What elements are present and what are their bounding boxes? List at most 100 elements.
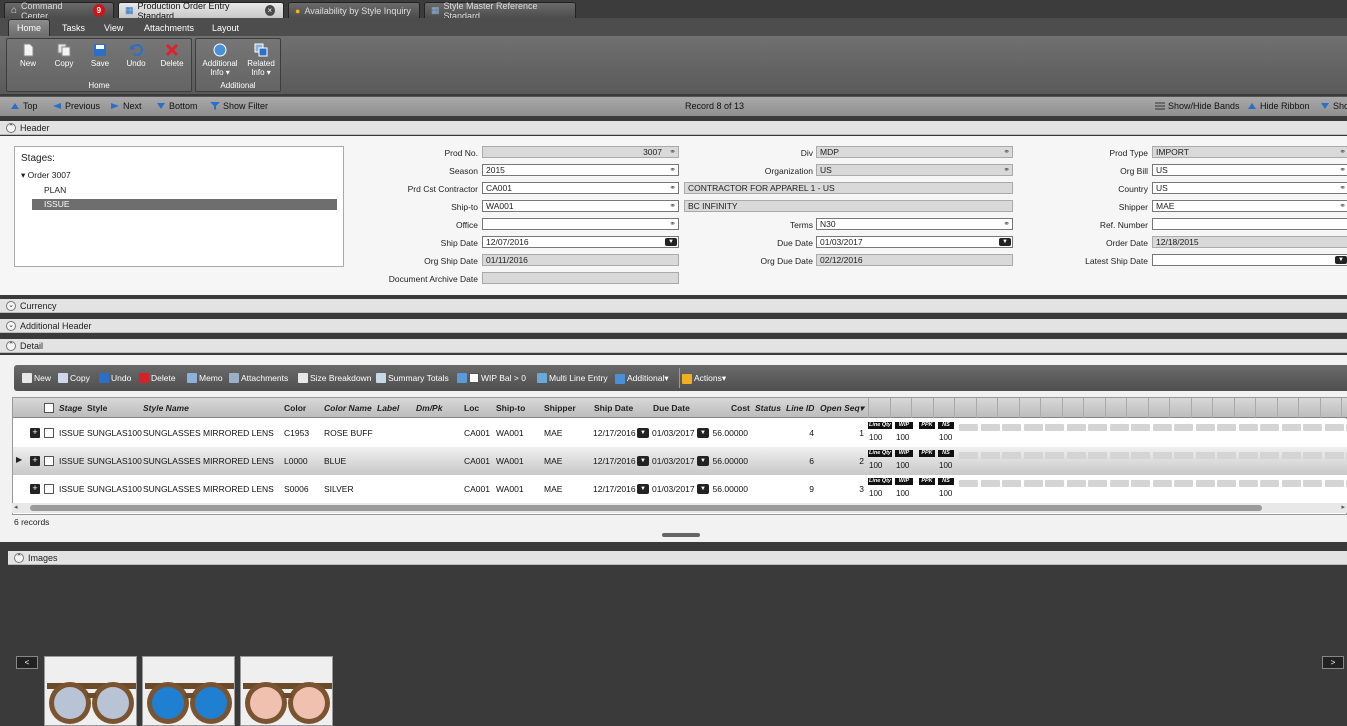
stage-item-plan[interactable]: PLAN <box>44 185 66 195</box>
empty-size-cell[interactable] <box>1088 424 1107 431</box>
menu-attachments[interactable]: Attachments <box>136 19 202 36</box>
top-button[interactable]: Top <box>10 101 38 111</box>
empty-size-cell[interactable] <box>980 480 1000 487</box>
size-qty[interactable]: 100 <box>896 433 909 442</box>
previous-button[interactable]: Previous <box>52 101 100 111</box>
column-header-color-name[interactable]: Color Name <box>324 403 372 413</box>
stage-item-issue[interactable]: ISSUE <box>32 199 337 210</box>
column-header-cost[interactable]: Cost <box>731 403 750 413</box>
field-office[interactable]: ⚭ <box>482 218 679 230</box>
collapse-icon[interactable]: ⌃ <box>14 552 24 563</box>
empty-size-cell[interactable] <box>959 480 978 487</box>
empty-size-cell[interactable] <box>1002 480 1021 487</box>
save-button[interactable]: Save <box>82 43 118 68</box>
table-row[interactable]: + ISSUE SUNGLAS100 SUNGLASSES MIRRORED LENS… <box>13 419 1347 447</box>
menu-view[interactable]: View <box>96 19 131 36</box>
empty-size-cell[interactable] <box>959 424 978 431</box>
show-hide-bands-button[interactable]: Show/Hide Bands <box>1155 101 1240 111</box>
empty-size-cell[interactable] <box>1324 480 1344 487</box>
empty-size-cell[interactable] <box>1152 480 1172 487</box>
empty-size-cell[interactable] <box>959 452 978 459</box>
scroll-right-icon[interactable]: ▸ <box>1341 503 1345 511</box>
multi-line-entry-button[interactable]: Multi Line Entry <box>537 373 608 383</box>
empty-size-cell[interactable] <box>1066 424 1086 431</box>
empty-size-cell[interactable] <box>1023 480 1043 487</box>
horizontal-scrollbar[interactable]: ◂ ▸ <box>12 503 1347 513</box>
image-thumbnail[interactable] <box>240 656 333 726</box>
empty-size-cell[interactable] <box>1217 424 1236 431</box>
actions-button[interactable]: Actions▾ <box>682 373 726 384</box>
summary-totals-button[interactable]: Summary Totals <box>376 373 449 383</box>
empty-size-cell[interactable] <box>1131 452 1150 459</box>
empty-size-cell[interactable] <box>1109 452 1129 459</box>
menu-tasks[interactable]: Tasks <box>54 19 93 36</box>
column-header-style[interactable]: Style <box>87 403 107 413</box>
empty-size-cell[interactable] <box>1152 452 1172 459</box>
size-qty[interactable]: 100 <box>939 489 952 498</box>
empty-size-cell[interactable] <box>980 424 1000 431</box>
empty-size-cell[interactable] <box>1002 452 1021 459</box>
ship-date-dropdown-icon[interactable]: ▼ <box>637 456 649 466</box>
scrollbar-thumb[interactable] <box>30 505 1262 511</box>
empty-size-cell[interactable] <box>1303 480 1322 487</box>
expand-row-icon[interactable]: + <box>30 456 40 466</box>
additional-info-button[interactable]: Additional Info ▾ <box>200 43 240 77</box>
field-org-bill[interactable]: US ⚭ <box>1152 164 1347 176</box>
column-header-status[interactable]: Status <box>755 403 781 413</box>
wip-bal-0-button[interactable]: WIP Bal > 0 <box>457 373 526 383</box>
empty-size-cell[interactable] <box>1066 452 1086 459</box>
empty-size-cell[interactable] <box>1174 452 1193 459</box>
memo-button[interactable]: Memo <box>187 373 223 383</box>
empty-size-cell[interactable] <box>980 452 1000 459</box>
hide-ribbon-button[interactable]: Hide Ribbon <box>1247 101 1310 111</box>
expand-row-icon[interactable]: + <box>30 484 40 494</box>
empty-size-cell[interactable] <box>1066 480 1086 487</box>
ship-date-dropdown-icon[interactable]: ▼ <box>637 428 649 438</box>
collapse-icon[interactable]: ⌃ <box>6 122 16 133</box>
empty-size-cell[interactable] <box>1088 480 1107 487</box>
empty-size-cell[interactable] <box>1324 424 1344 431</box>
empty-size-cell[interactable] <box>1260 452 1279 459</box>
bottom-button[interactable]: Bottom <box>156 101 198 111</box>
images-section-bar[interactable]: ⌃ Images <box>8 551 1347 565</box>
field-shipper[interactable]: MAE ⚭ <box>1152 200 1347 212</box>
field-prd-cst-contractor[interactable]: CA001 ⚭ <box>482 182 679 194</box>
field-season[interactable]: 2015 ⚭ <box>482 164 679 176</box>
close-tab-icon[interactable]: × <box>264 5 275 16</box>
row-checkbox[interactable] <box>44 484 54 494</box>
delete-button[interactable]: Delete <box>139 373 176 383</box>
empty-size-cell[interactable] <box>1195 424 1215 431</box>
wip-bal-checkbox[interactable] <box>469 373 479 383</box>
column-header-open-seq[interactable]: Open Seq▾ <box>820 403 864 414</box>
copy-button[interactable]: Copy <box>46 43 82 68</box>
expand-row-icon[interactable]: + <box>30 428 40 438</box>
column-header-loc[interactable]: Loc <box>464 403 479 413</box>
empty-size-cell[interactable] <box>1045 480 1064 487</box>
image-thumbnail[interactable] <box>44 656 137 726</box>
size-qty[interactable]: 100 <box>939 433 952 442</box>
header-section-bar[interactable]: ⌃ Header <box>0 121 1347 135</box>
tab-style-master[interactable]: ▦ Style Master Reference Standard <box>424 1 576 21</box>
size-qty[interactable]: 100 <box>896 489 909 498</box>
column-header-ship-to[interactable]: Ship-to <box>496 403 525 413</box>
dropdown-arrow-icon[interactable]: ▼ <box>1335 256 1347 264</box>
menu-layout[interactable]: Layout <box>204 19 247 36</box>
empty-size-cell[interactable] <box>1303 424 1322 431</box>
attachments-button[interactable]: Attachments <box>229 373 288 383</box>
tab-command-center[interactable]: ⌂ Command Center 9 <box>4 1 114 21</box>
empty-size-cell[interactable] <box>1174 424 1193 431</box>
empty-size-cell[interactable] <box>1174 480 1193 487</box>
size-qty[interactable]: 100 <box>869 433 882 442</box>
column-header-dm-pk[interactable]: Dm/Pk <box>416 403 442 413</box>
column-header-color[interactable]: Color <box>284 403 306 413</box>
size-qty[interactable]: 100 <box>869 461 882 470</box>
field-terms[interactable]: N30 ⚭ <box>816 218 1013 230</box>
show-button[interactable]: Sho <box>1320 101 1347 111</box>
lookup-icon[interactable]: ⚭ <box>1339 165 1346 175</box>
empty-size-cell[interactable] <box>1238 480 1258 487</box>
empty-size-cell[interactable] <box>1217 452 1236 459</box>
expand-icon[interactable]: ⌄ <box>6 300 16 311</box>
row-checkbox[interactable] <box>44 456 54 466</box>
empty-size-cell[interactable] <box>1045 424 1064 431</box>
column-header-line-id[interactable]: Line ID <box>786 403 814 413</box>
